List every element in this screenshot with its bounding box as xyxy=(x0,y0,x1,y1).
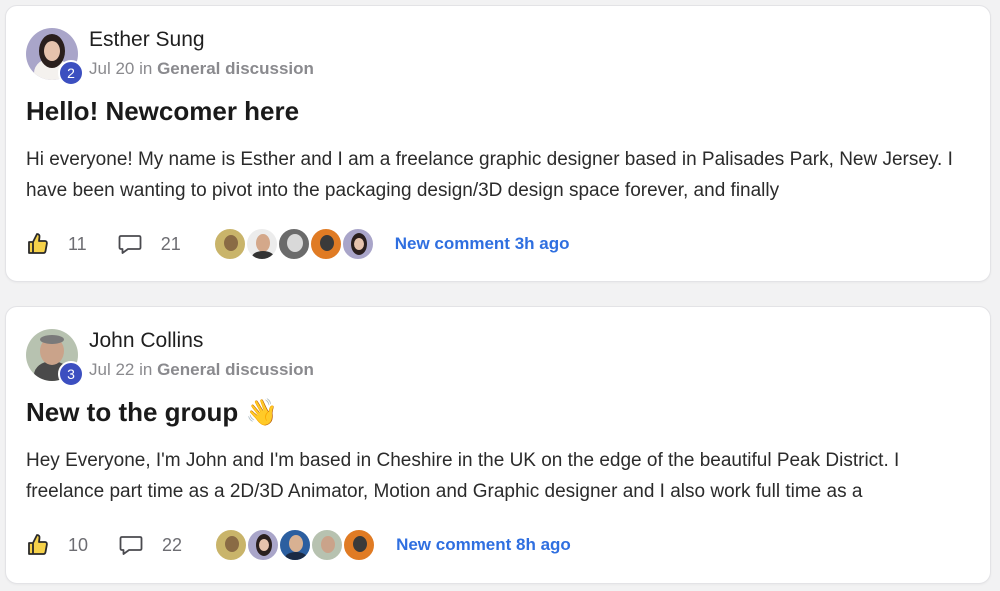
commenter-avatar[interactable] xyxy=(212,227,247,261)
commenter-avatar[interactable] xyxy=(340,227,375,261)
post-card[interactable]: 2 Esther Sung Jul 20 in General discussi… xyxy=(5,5,991,282)
category-link[interactable]: General discussion xyxy=(157,59,314,78)
commenter-avatar[interactable] xyxy=(310,528,345,562)
like-button[interactable]: 11 xyxy=(26,232,87,256)
category-link[interactable]: General discussion xyxy=(157,360,314,379)
like-button[interactable]: 10 xyxy=(26,533,88,557)
level-badge: 2 xyxy=(58,60,84,86)
thumbs-up-icon xyxy=(28,534,48,555)
comment-bubble-icon xyxy=(118,235,142,254)
commenter-avatars[interactable] xyxy=(214,528,377,562)
post-card[interactable]: 3 John Collins Jul 22 in General discuss… xyxy=(5,306,991,584)
post-title[interactable]: Hello! Newcomer here xyxy=(26,96,299,127)
author-avatar[interactable]: 2 xyxy=(26,28,84,86)
commenter-avatar[interactable] xyxy=(342,528,377,562)
comment-count: 22 xyxy=(162,534,183,555)
post-date: Jul 20 xyxy=(89,59,135,78)
author-name[interactable]: Esther Sung xyxy=(89,28,205,52)
thumbs-up-icon xyxy=(28,233,48,254)
comment-count: 21 xyxy=(160,233,181,254)
comment-bubble-icon xyxy=(119,536,143,555)
comment-button[interactable]: 21 xyxy=(117,232,181,256)
new-comment-link[interactable]: New comment 8h ago xyxy=(396,535,571,555)
comment-button[interactable]: 22 xyxy=(118,533,182,557)
commenter-avatar[interactable] xyxy=(214,528,249,562)
author-avatar[interactable]: 3 xyxy=(26,329,84,387)
commenter-avatar[interactable] xyxy=(308,227,343,261)
level-badge: 3 xyxy=(58,361,84,387)
commenter-avatar[interactable] xyxy=(246,528,281,562)
author-name[interactable]: John Collins xyxy=(89,329,203,353)
post-meta: Jul 20 in General discussion xyxy=(89,59,314,79)
post-title[interactable]: New to the group 👋 xyxy=(26,397,278,428)
post-meta: Jul 22 in General discussion xyxy=(89,360,314,380)
like-count: 10 xyxy=(68,534,89,555)
post-actions: 11 21 New comment 3h ago xyxy=(26,226,569,262)
post-actions: 10 22 New comment 8h ago xyxy=(26,527,571,563)
commenter-avatars[interactable] xyxy=(212,227,375,261)
post-excerpt: Hey Everyone, I'm John and I'm based in … xyxy=(26,450,900,502)
post-date: Jul 22 xyxy=(89,360,135,379)
meta-in: in xyxy=(139,59,153,78)
commenter-avatar[interactable] xyxy=(276,227,311,261)
commenter-avatar[interactable] xyxy=(244,227,279,261)
new-comment-link[interactable]: New comment 3h ago xyxy=(395,234,570,254)
commenter-avatar[interactable] xyxy=(278,528,313,562)
meta-in: in xyxy=(139,360,153,379)
post-excerpt: Hi everyone! My name is Esther and I am … xyxy=(26,149,953,201)
like-count: 11 xyxy=(68,233,87,254)
